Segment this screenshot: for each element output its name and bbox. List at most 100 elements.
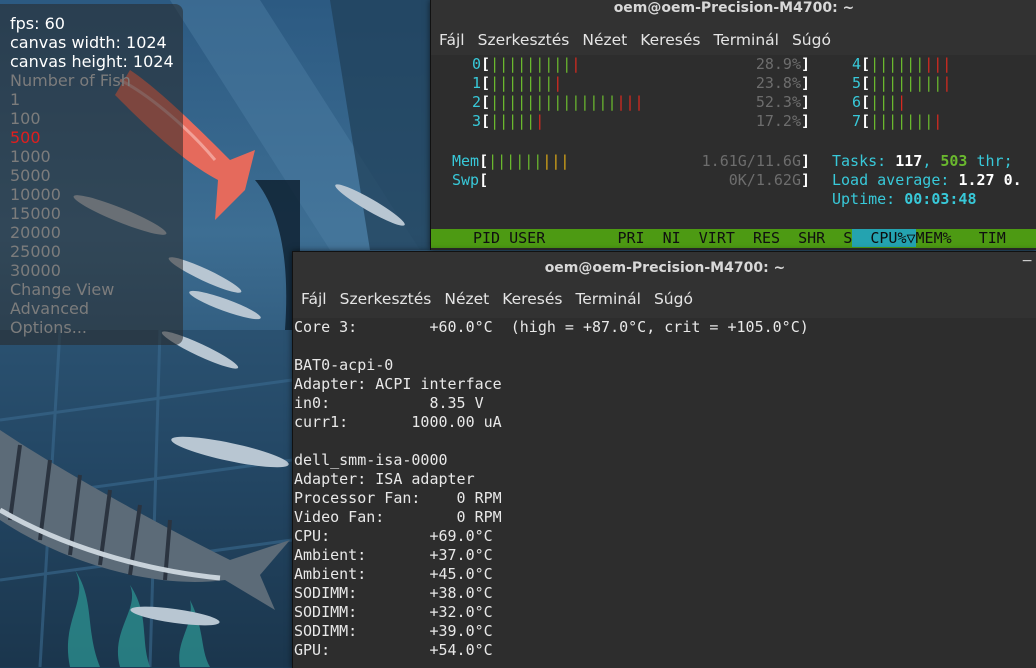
cpu-meter: 0[|||||||||| [472,55,580,74]
hud-option[interactable]: Options... [10,318,183,337]
menu-view[interactable]: Nézet [582,31,627,49]
bracket: [ [861,93,871,111]
column-header[interactable]: CPU%▽ [852,229,916,247]
cpu-percent: 17.2% [755,112,801,130]
sensors-line: BAT0-acpi-0 [294,356,394,374]
menu-file[interactable]: Fájl [301,290,327,308]
cpu-meter: 7[|||||||| [852,112,942,131]
menu-file[interactable]: Fájl [439,31,465,49]
tasks-line: Tasks: 117, 503 thr; [832,152,1013,170]
hud-option[interactable]: 100 [10,109,183,128]
bracket: [ [481,93,491,111]
cpu-bar-user: ||||||| [490,74,554,92]
menu-terminal[interactable]: Terminál [575,290,641,308]
sensors-line: SODIMM: +32.0°C [294,603,493,621]
bracket: [ [861,55,871,73]
window-title[interactable]: oem@oem-Precision-M4700: ~ [293,252,1036,284]
cpu-id: 2 [472,93,482,111]
cpu-bar-user: |||||||| [870,74,943,92]
bracket: [ [481,112,491,130]
cpu-bar-system: | [942,74,952,92]
cpu-bar-user: ||||| [490,112,536,130]
cpu-percent: 23.8% [755,74,801,92]
hud-stats: fps: 60 canvas width: 1024 canvas height… [10,14,183,71]
swap-value: 0K/1.62G [728,171,801,189]
menu-bar: Fájl Szerkesztés Nézet Keresés Terminál Súgó [293,284,1036,318]
process-table-header[interactable]: PID USER PRI NI VIRT RES SHR S CPU%▽MEM%… [431,229,1036,248]
sensors-output[interactable]: Core 3: +60.0°C (high = +87.0°C, crit = … [293,318,1036,660]
cpu-bar-system: | [571,55,581,73]
cpu-bar-system: ||| [616,93,644,111]
cpu-meter: 6[|||| [852,93,906,112]
sensors-line: SODIMM: +38.0°C [294,584,493,602]
hud-option[interactable]: 500 [10,128,183,147]
menu-view[interactable]: Nézet [444,290,489,308]
column-header[interactable]: PID [473,229,500,247]
column-header[interactable]: S [825,229,852,247]
column-header[interactable]: SHR [780,229,825,247]
cpu-id: 6 [852,93,862,111]
fish-tank-hud: fps: 60 canvas width: 1024 canvas height… [0,4,183,345]
menu-search[interactable]: Keresés [640,31,700,49]
hud-option[interactable]: Number of Fish [10,71,183,90]
hud-option[interactable]: 5000 [10,166,183,185]
sensors-line: GPU: +54.0°C [294,641,493,659]
cpu-bar-user: |||||||||||||| [490,93,617,111]
column-header[interactable]: RES [735,229,780,247]
sensors-line: Adapter: ISA adapter [294,470,475,488]
hud-option[interactable]: 20000 [10,223,183,242]
sensors-line: Processor Fan: 0 RPM [294,489,502,507]
htop-meters: 0[|||||||||| 28.9%] 1[|||||||| 23.8%] 2[||||… [431,55,1036,229]
load-average-line: Load average: 1.27 0. [832,171,1022,189]
window-title[interactable]: oem@oem-Precision-M4700: ~ [431,0,1036,25]
cpu-bar-user: ||||||||| [490,55,572,73]
cpu-id: 0 [472,55,482,73]
cpu-meter: 4[||||||||| [852,55,951,74]
sensors-line: Video Fan: 0 RPM [294,508,502,526]
cpu-meter: 5[||||||||| [852,74,951,93]
swap-bracket: ] [801,171,811,189]
cpu-bar-system: ||| [924,55,952,73]
cpu-percent: 52.3% [755,93,801,111]
sensors-terminal-window[interactable]: oem@oem-Precision-M4700: ~ − Fájl Szerkes… [292,251,1036,668]
hud-option[interactable]: 1 [10,90,183,109]
cpu-bar-system: | [553,74,563,92]
hud-option[interactable]: 1000 [10,147,183,166]
cpu-bar-system: | [933,112,943,130]
bracket: ] [801,55,811,73]
sensors-line [294,432,1036,451]
cpu-meter: 1[|||||||| [472,74,562,93]
column-header[interactable]: VIRT [681,229,735,247]
menu-search[interactable]: Keresés [502,290,562,308]
cpu-percent: 28.9% [755,55,801,73]
hud-option[interactable]: 10000 [10,185,183,204]
bracket: ] [801,112,811,130]
column-header[interactable]: NI [645,229,681,247]
cpu-bar-system: | [535,112,545,130]
sensors-line: Ambient: +37.0°C [294,546,493,564]
bracket: [ [861,74,871,92]
hud-option[interactable]: 25000 [10,242,183,261]
hud-option[interactable]: 15000 [10,204,183,223]
menu-edit[interactable]: Szerkesztés [478,31,570,49]
menu-terminal[interactable]: Terminál [713,31,779,49]
menu-edit[interactable]: Szerkesztés [340,290,432,308]
bracket: [ [481,55,491,73]
uptime-line: Uptime: 00:03:48 [832,190,977,208]
hud-option[interactable]: Change View [10,280,183,299]
mem-value: 1.61G/11.6G [701,152,801,170]
hud-option[interactable]: Advanced [10,299,183,318]
menu-help[interactable]: Súgó [654,290,693,308]
column-header[interactable]: USER [500,229,599,247]
column-header[interactable]: TIM [952,229,1006,247]
hud-option[interactable]: 30000 [10,261,183,280]
column-header[interactable]: MEM% [916,229,952,247]
htop-terminal-window[interactable]: oem@oem-Precision-M4700: ~ Fájl Szerkeszt… [430,0,1036,250]
sensors-line: dell_smm-isa-0000 [294,451,448,469]
cpu-id: 7 [852,112,862,130]
menu-bar: Fájl Szerkesztés Nézet Keresés Terminál Súgó [431,25,1036,55]
minimize-icon[interactable]: − [1021,253,1033,269]
menu-help[interactable]: Súgó [792,31,831,49]
column-header[interactable]: PRI [599,229,644,247]
sensors-line: Ambient: +45.0°C [294,565,493,583]
